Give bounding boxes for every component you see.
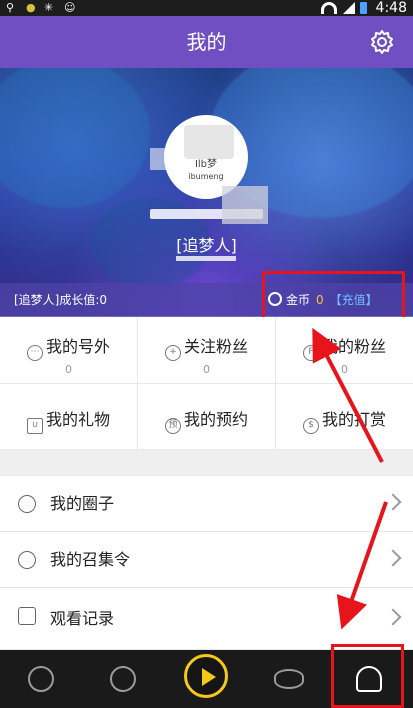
sync-icon: ✳ <box>44 1 54 14</box>
grid-label: 我的预约 <box>183 410 248 429</box>
signal-icon <box>343 2 355 14</box>
grid-count: 0 <box>65 363 72 376</box>
haowai-icon: ⋯ <box>26 345 43 361</box>
annotation-box-me-tab <box>331 644 404 708</box>
rank-title: [追梦人] <box>176 236 237 255</box>
list-item-circle[interactable]: 我的圈子 <box>0 476 413 532</box>
circle-star-icon <box>18 495 36 513</box>
reward-icon: $ <box>302 418 319 434</box>
tab-play[interactable] <box>0 650 82 708</box>
clock: 4:48 <box>375 0 407 16</box>
history-edit-icon <box>18 607 36 625</box>
follow-user-icon: + <box>164 345 181 361</box>
pixelated-mask-2 <box>222 186 268 224</box>
list-item-label: 我的圈子 <box>50 494 115 513</box>
annotation-box-coins <box>262 271 405 323</box>
grid-reservation[interactable]: 预我的预约 <box>138 384 276 450</box>
growth-value: [追梦人]成长值:0 <box>14 293 108 307</box>
grid-label: 我的打赏 <box>321 410 386 429</box>
list-item-history[interactable]: 观看记录 <box>0 588 413 650</box>
grid-label: 关注粉丝 <box>183 337 248 356</box>
grid-haowai[interactable]: ⋯ 我的号外 0 <box>0 317 138 384</box>
pixelated-mask <box>150 148 172 170</box>
grid-label: 我的号外 <box>45 337 110 356</box>
page-title: 我的 <box>186 30 227 54</box>
section-divider <box>0 450 413 476</box>
status-bar: ⚲ ● ✳ ☺ 4:48 <box>0 0 413 16</box>
gift-icon: ∪ <box>26 418 43 434</box>
mask-icon: ☺ <box>64 1 76 14</box>
star-circle-icon <box>110 666 136 692</box>
gear-icon[interactable] <box>369 29 395 55</box>
chevron-right-icon <box>384 608 402 626</box>
wifi-icon <box>321 2 337 14</box>
tab-home[interactable] <box>164 650 246 708</box>
fans-icon: F <box>302 345 319 361</box>
play-circle-icon <box>28 666 54 692</box>
stats-grid: ⋯ 我的号外 0 + 关注粉丝 0 F 我的粉丝 0 ∪ 我的礼物 预我的预约 $ 我的打… <box>0 317 413 450</box>
list-item-rally[interactable]: 我的召集令 <box>0 532 413 588</box>
list-item-label: 观看记录 <box>50 609 115 628</box>
live-center-icon <box>184 654 228 698</box>
banner-tree-left <box>0 68 150 208</box>
grid-label: 我的礼物 <box>45 410 110 429</box>
rank-underline <box>176 256 236 261</box>
location-pin-icon <box>18 551 36 569</box>
chevron-right-icon <box>384 549 402 567</box>
grid-reward[interactable]: $ 我的打赏 <box>276 384 413 450</box>
grid-label: 我的粉丝 <box>321 337 386 356</box>
battery-icon <box>360 2 367 14</box>
avatar-blur <box>184 125 234 159</box>
reservation-icon: 预 <box>164 418 181 434</box>
tab-star[interactable] <box>82 650 164 708</box>
app-header: 我的 <box>0 16 413 68</box>
avatar-logo-text: Ilb梦 <box>194 159 218 170</box>
chevron-right-icon <box>384 493 402 511</box>
app-notification-icon: ● <box>26 1 36 14</box>
grid-gift[interactable]: ∪ 我的礼物 <box>0 384 138 450</box>
search-icon: ⚲ <box>6 1 15 14</box>
grid-count: 0 <box>203 363 210 376</box>
eye-icon <box>274 669 304 689</box>
grid-count: 0 <box>341 363 348 376</box>
grid-fans[interactable]: F 我的粉丝 0 <box>276 317 413 384</box>
tab-watch[interactable] <box>246 650 328 708</box>
avatar-logo-sub: ibumeng <box>188 172 224 181</box>
grid-follow[interactable]: + 关注粉丝 0 <box>138 317 276 384</box>
list-item-label: 我的召集令 <box>50 550 131 569</box>
